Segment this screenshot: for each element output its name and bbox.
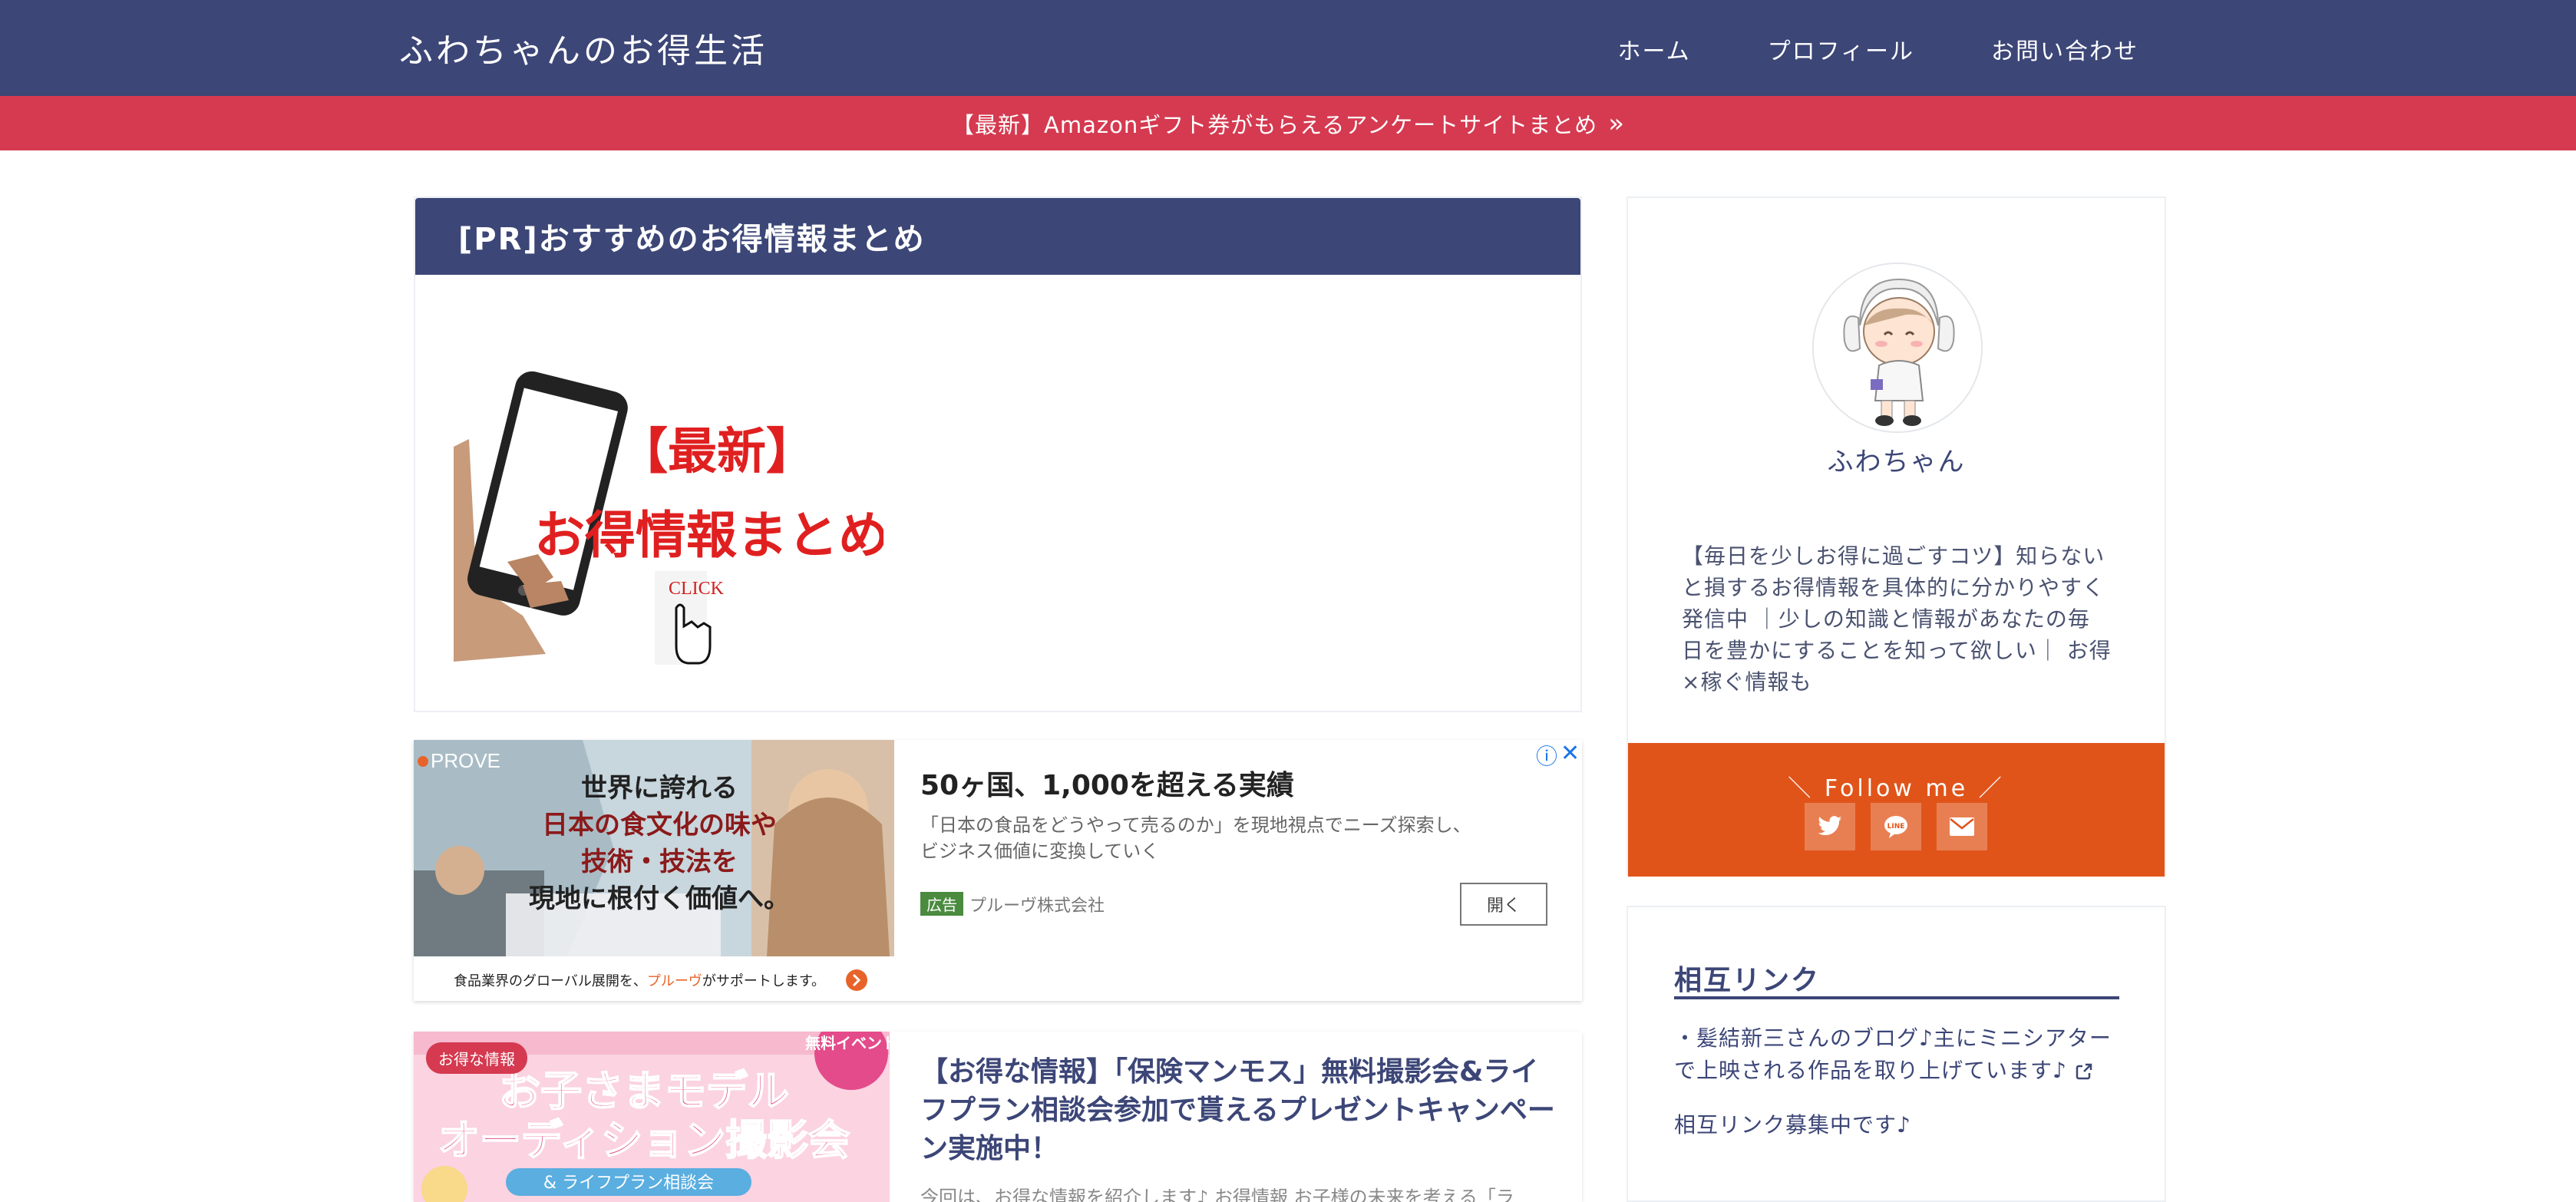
ad-caption-post: がサポートします。 [702,973,825,989]
ad-image-line3: 技術・技法を [581,847,738,877]
close-icon[interactable]: ✕ [1560,740,1580,767]
nav-contact[interactable]: お問い合わせ [1991,32,2138,66]
site-title[interactable]: ふわちゃんのお得生活 [399,23,768,72]
follow-me-box: ＼ Follow me ／ LINE [1628,743,2165,877]
article-excerpt: 今回は、お得な情報を紹介します♪ お得情報 お子様の未来を考える「ラ [920,1187,1514,1202]
info-icon[interactable]: ⓘ [1536,740,1557,771]
ad-image[interactable]: PROVE 世界に誇れる 日本の食文化の味や 技術・技法を 現地に根付く価値へ。… [414,740,894,1001]
avatar[interactable] [1812,263,1983,433]
ad-image-line1: 世界に誇れる [581,773,738,804]
mutual-links-title: 相互リンク [1674,965,1821,996]
profile-name: ふわちゃん [1827,447,1966,477]
ad-description: 「日本の食品をどうやって売るのか」を現地視点でニーズ探索し、ビジネス価値に変換し… [920,814,1471,862]
nav-home[interactable]: ホーム [1617,32,1690,66]
main-nav: ホーム プロフィール お問い合わせ [1617,32,2138,66]
ad-brand: PROVE [431,749,500,772]
twitter-icon[interactable] [1805,803,1855,850]
pr-widget: [PR]おすすめのお得情報まとめ 【最新】 お得情報まとめ CLICK [414,196,1582,712]
mutual-link-text[interactable]: ・髪結新三さんのブログ♪主にミニシアターで上映される作品を取り上げています♪ [1674,1025,2112,1083]
pr-banner-line2: お得情報まとめ [534,507,883,563]
mutual-links-widget: 相互リンク ・髪結新三さんのブログ♪主にミニシアターで上映される作品を取り上げて… [1627,906,2166,1202]
site-header: ふわちゃんのお得生活 ホーム プロフィール お問い合わせ [0,0,2576,96]
ad-card[interactable]: PROVE 世界に誇れる 日本の食文化の味や 技術・技法を 現地に根付く価値へ。… [414,740,1582,1001]
thumb-badge: 無料イベント [805,1034,890,1052]
ad-headline[interactable]: 50ヶ国、1,000を超える実績 [920,763,1294,803]
ad-label-badge: 広告 [920,892,963,916]
title-underline [1674,996,2119,999]
thumb-line1: お子さまモデル [499,1067,789,1115]
pr-banner-click: CLICK [669,579,725,599]
svg-text:LINE: LINE [1887,823,1905,831]
ad-open-button[interactable]: 開く [1460,883,1547,926]
notice-bar[interactable]: 【最新】Amazonギフト券がもらえるアンケートサイトまとめ » [0,96,2576,150]
notice-text[interactable]: 【最新】Amazonギフト券がもらえるアンケートサイトまとめ [952,107,1597,140]
article-card[interactable]: 無料イベント お子さまモデル オーディション撮影会 & ライフプラン相談会 お得… [414,1032,1582,1202]
thumb-line2: オーディション撮影会 [438,1116,850,1164]
thumb-line3: & ライフプラン相談会 [543,1174,714,1193]
mutual-link-recruit: 相互リンク募集中です♪ [1674,1112,1911,1138]
ad-image-line4: 現地に根付く価値へ。 [529,883,790,914]
profile-widget: ふわちゃん 【毎日を少しお得に過ごすコツ】知らないと損するお得情報を具体的に分か… [1627,196,2166,877]
follow-title: ＼ Follow me ／ [1788,775,2005,802]
article-thumbnail[interactable]: 無料イベント お子さまモデル オーディション撮影会 & ライフプラン相談会 お得… [414,1032,890,1202]
ad-caption-pre: 食品業界のグローバル展開を、 [454,973,647,989]
external-link-icon [2076,1063,2092,1080]
pr-banner-line1: 【最新】 [619,424,815,479]
profile-description: 【毎日を少しお得に過ごすコツ】知らないと損するお得情報を具体的に分かりやすく発信… [1682,543,2112,695]
svg-text:食品業界のグローバル展開を、プルーヴがサポートします。: 食品業界のグローバル展開を、プルーヴがサポートします。 [454,973,825,989]
pr-banner-image[interactable]: 【最新】 お得情報まとめ CLICK [454,332,889,669]
pr-widget-header: [PR]おすすめのお得情報まとめ [415,198,1580,275]
follow-icons: LINE [1805,803,1987,850]
pr-widget-title: [PR]おすすめのお得情報まとめ [458,222,926,257]
mail-icon[interactable] [1937,803,1987,850]
mutual-link-item[interactable]: ・髪結新三さんのブログ♪主にミニシアターで上映される作品を取り上げています♪ [1674,1022,2127,1087]
nav-profile[interactable]: プロフィール [1768,32,1914,66]
category-badge[interactable]: お得な情報 [426,1042,527,1074]
ad-image-line2: 日本の食文化の味や [542,810,777,840]
ad-caption-brand: プルーヴ [647,973,702,989]
line-icon[interactable]: LINE [1871,803,1921,850]
ad-company: プルーヴ株式会社 [969,897,1105,916]
double-chevron-right-icon: » [1608,107,1624,139]
article-title[interactable]: 【お得な情報】「保険マンモス」無料撮影会&ライフプラン相談会参加で貰えるプレゼン… [920,1053,1557,1168]
